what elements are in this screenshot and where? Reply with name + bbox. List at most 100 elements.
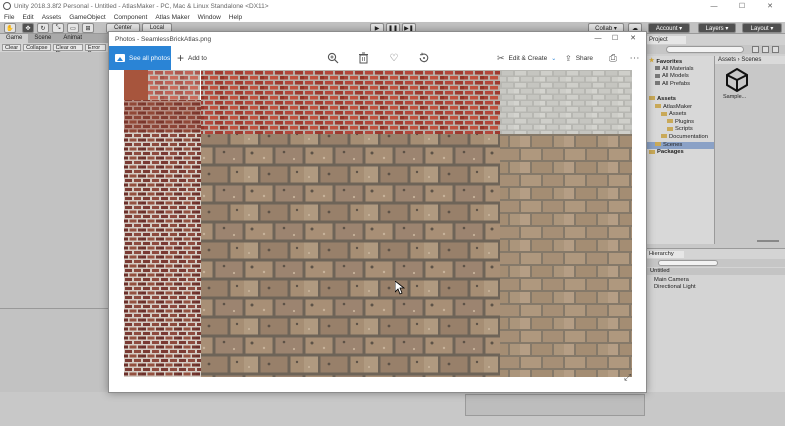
unity-maximize-button[interactable]: ☐ — [728, 0, 756, 12]
rect-tool-icon[interactable]: ▭ — [67, 23, 79, 33]
console-collapse-button[interactable]: Collapse — [23, 44, 51, 51]
tree-item-label: All Prefabs — [662, 80, 691, 87]
see-all-photos-label: See all photos — [129, 54, 171, 62]
tab-animator[interactable]: Animat — [57, 34, 88, 43]
search-icon — [655, 66, 660, 71]
star-icon: ★ — [649, 58, 655, 64]
project-assets-grid: Assets › Scenes Sample... — [714, 56, 785, 244]
tree-item-label: All Models — [662, 73, 689, 80]
tree-item-label: Documentation — [669, 134, 708, 140]
tab-game[interactable]: Game — [0, 34, 29, 43]
plus-icon: + — [177, 51, 185, 65]
search-icon — [655, 73, 660, 78]
account-button[interactable]: Account ▾ — [648, 23, 690, 33]
zoom-icon[interactable] — [326, 51, 340, 65]
unity-logo-icon — [3, 2, 11, 10]
project-panel: Project ★ Favorites All Materials All Model… — [646, 34, 785, 244]
filter-label-icon[interactable] — [762, 46, 769, 53]
tree-item-label: Scenes — [663, 141, 683, 148]
scale-tool-icon[interactable]: ⤡ — [52, 23, 64, 33]
icon-size-slider[interactable] — [757, 240, 779, 242]
tree-item[interactable]: Assets — [646, 111, 686, 118]
rotate-tool-icon[interactable]: ↻ — [37, 23, 49, 33]
photos-minimize-button[interactable]: — — [589, 34, 607, 44]
search-icon — [655, 81, 660, 86]
photos-close-button[interactable]: ✕ — [624, 34, 642, 44]
share-label: Share — [575, 54, 594, 62]
unity-minimize-button[interactable]: — — [700, 0, 728, 12]
tree-item[interactable]: All Prefabs — [646, 81, 690, 88]
favorite-star-icon[interactable] — [772, 46, 779, 53]
hierarchy-item-directional-light[interactable]: Directional Light — [646, 284, 696, 291]
layers-button[interactable]: Layers ▾ — [698, 23, 736, 33]
rotate-icon[interactable] — [417, 51, 431, 65]
brick-atlas-image — [124, 70, 632, 377]
tree-item[interactable]: All Models — [646, 73, 689, 80]
photo-viewer-stage[interactable]: ⤢ — [109, 70, 646, 392]
tree-item[interactable]: AtlasMaker — [646, 104, 692, 111]
project-search-input[interactable] — [666, 46, 744, 53]
menu-component[interactable]: Component — [110, 14, 152, 21]
unity-scene-asset-icon[interactable] — [725, 68, 749, 92]
hierarchy-search-input[interactable] — [658, 260, 718, 266]
tab-hierarchy[interactable]: Hierarchy — [646, 251, 684, 258]
hierarchy-item-main-camera[interactable]: Main Camera — [646, 277, 689, 284]
tree-item-label: Scripts — [675, 126, 693, 133]
menu-file[interactable]: File — [0, 14, 18, 21]
tree-item[interactable]: Packages — [646, 149, 684, 156]
favorite-icon[interactable]: ♡ — [387, 51, 401, 65]
scene-asset-label: Sample... — [723, 94, 747, 100]
edit-create-button[interactable]: ✂ Edit & Create ⌄ — [497, 46, 556, 70]
project-search-bar — [646, 45, 785, 54]
folder-icon — [667, 126, 673, 131]
unity-bottom-area — [0, 392, 785, 426]
tab-project[interactable]: Project — [646, 36, 686, 44]
menu-gameobject[interactable]: GameObject — [65, 14, 110, 21]
delete-icon[interactable] — [356, 51, 370, 65]
unity-view-tabs: Game Scene Animat — [0, 34, 108, 43]
unity-left-panel — [0, 52, 108, 392]
tree-item-label: AtlasMaker — [663, 103, 692, 110]
more-icon[interactable]: ⋯ — [628, 51, 642, 65]
project-breadcrumb: Assets › Scenes — [715, 56, 785, 64]
see-all-photos-button[interactable]: See all photos — [109, 46, 171, 70]
menu-help[interactable]: Help — [225, 14, 246, 21]
filter-type-icon[interactable] — [752, 46, 759, 53]
hierarchy-scene-row[interactable]: Untitled — [646, 268, 785, 275]
photo-image — [124, 70, 632, 377]
tree-item[interactable]: All Materials — [646, 66, 694, 73]
add-to-button[interactable]: + Add to — [177, 46, 207, 70]
tab-scene[interactable]: Scene — [28, 34, 57, 43]
console-clear-button[interactable]: Clear — [2, 44, 22, 51]
tree-item[interactable]: Documentation — [646, 134, 708, 141]
gallery-icon — [115, 54, 125, 62]
console-error-pause-button[interactable]: Error Pa — [84, 44, 106, 57]
tree-item[interactable]: Assets — [646, 96, 676, 103]
tree-item-label: Assets — [669, 111, 687, 118]
expand-icon[interactable]: ⤢ — [624, 372, 636, 384]
unity-title-bar: Unity 2018.3.8f2 Personal - Untitled - A… — [0, 0, 785, 12]
tree-item[interactable]: ★ Favorites — [646, 58, 682, 65]
menu-atlas-maker[interactable]: Atlas Maker — [151, 14, 193, 21]
console-clear-on-play-button[interactable]: Clear on Play — [52, 44, 83, 57]
transform-tool-icon[interactable]: ⊞ — [82, 23, 94, 33]
photos-maximize-button[interactable]: ☐ — [606, 34, 624, 44]
hierarchy-search-bar — [646, 259, 785, 267]
tree-item[interactable]: Scripts — [646, 126, 693, 133]
console-toolbar: Clear Collapse Clear on Play Error Pa — [0, 43, 108, 57]
tree-item[interactable]: Plugins — [646, 119, 694, 126]
menu-assets[interactable]: Assets — [38, 14, 66, 21]
tree-item[interactable]: Scenes — [646, 141, 714, 149]
layout-button[interactable]: Layout ▾ — [742, 23, 782, 33]
unity-close-button[interactable]: ✕ — [756, 0, 784, 12]
tree-item-label: Assets — [657, 96, 677, 102]
share-button[interactable]: ⇪ Share — [565, 46, 593, 70]
move-tool-icon[interactable]: ✥ — [22, 23, 34, 33]
photos-title-bar: Photos - SeamlessBrickAtlas.png — ☐ ✕ — [109, 32, 646, 46]
menu-edit[interactable]: Edit — [18, 14, 37, 21]
print-icon[interactable]: ⎙ — [606, 51, 620, 65]
hand-tool-icon[interactable]: ✋ — [4, 23, 16, 33]
tree-item-label: Plugins — [675, 118, 695, 125]
panel-divider — [0, 308, 108, 309]
menu-window[interactable]: Window — [194, 14, 225, 21]
